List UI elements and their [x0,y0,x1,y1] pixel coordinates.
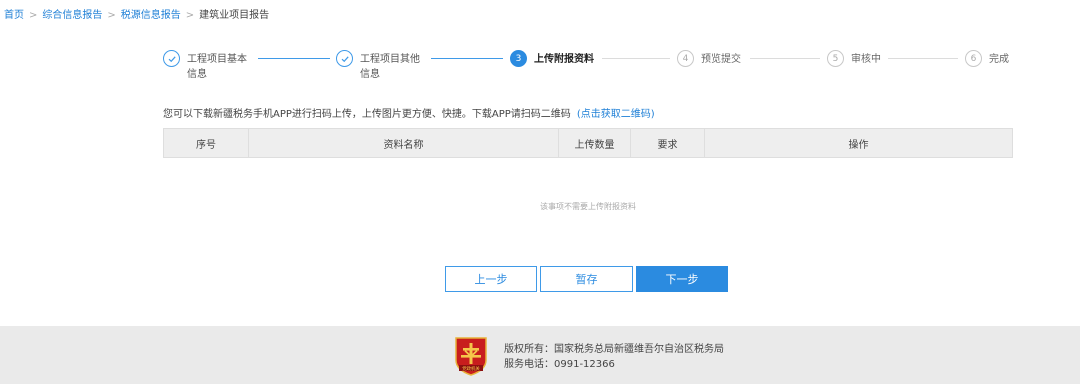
check-icon [168,55,176,62]
next-step-button[interactable]: 下一步 [636,266,728,292]
step-connector-4 [750,58,820,59]
qr-link-close-paren: ) [650,109,655,120]
step-4-label: 预览提交 [701,54,741,65]
save-draft-button[interactable]: 暂存 [540,266,633,292]
step-2-label-line2: 信息 [360,69,380,80]
step-6-circle: 6 [965,50,982,67]
step-3-label: 上传附报资料 [534,54,594,65]
step-2-label-line1: 工程项目其他 [360,54,420,65]
step-connector-3 [602,58,670,59]
party-government-badge-icon: 党政机关 [455,337,487,376]
previous-step-button[interactable]: 上一步 [445,266,537,292]
attachment-table-header: 序号 资料名称 上传数量 要求 操作 [163,128,1013,158]
upload-notice: 您可以下载新疆税务手机APP进行扫码上传，上传图片更方便、快捷。下载APP请扫码… [163,105,655,120]
column-header-requirement: 要求 [631,129,705,157]
step-4-circle: 4 [677,50,694,67]
step-6-label: 完成 [989,54,1009,65]
upload-notice-text: 您可以下载新疆税务手机APP进行扫码上传，上传图片更方便、快捷。下载APP请扫码… [163,109,571,120]
column-header-index: 序号 [164,129,249,157]
step-connector-5 [888,58,958,59]
footer-copyright: 版权所有：国家税务总局新疆维吾尔自治区税务局 [504,344,724,355]
step-5-circle: 5 [827,50,844,67]
check-icon [341,55,349,62]
step-2-label: 工程项目其他 信息 [360,52,420,82]
page-footer: 党政机关 版权所有：国家税务总局新疆维吾尔自治区税务局 服务电话：0991-12… [0,326,1080,384]
step-progress: 工程项目基本 信息 工程项目其他 信息 3 上传附报资料 4 预览提交 5 审核… [0,0,1080,90]
column-header-actions: 操作 [848,139,869,151]
table-empty-message: 该事项不需要上传附报资料 [540,202,636,211]
footer-info: 版权所有：国家税务总局新疆维吾尔自治区税务局 服务电话：0991-12366 [504,342,724,372]
step-5-label: 审核中 [851,54,881,65]
step-1-circle [163,50,180,67]
column-header-upload-count: 上传数量 [559,129,631,157]
badge-text: 党政机关 [462,365,480,372]
step-connector-1 [258,58,330,59]
step-1-label-line1: 工程项目基本 [187,54,247,65]
column-header-document-name: 资料名称 [249,129,559,157]
footer-service-phone: 服务电话：0991-12366 [504,359,615,370]
step-2-circle [336,50,353,67]
step-3-circle: 3 [510,50,527,67]
step-1-label: 工程项目基本 信息 [187,52,247,82]
step-connector-2 [431,58,503,59]
step-1-label-line2: 信息 [187,69,207,80]
get-qr-code-link[interactable]: 点击获取二维码 [581,109,651,120]
